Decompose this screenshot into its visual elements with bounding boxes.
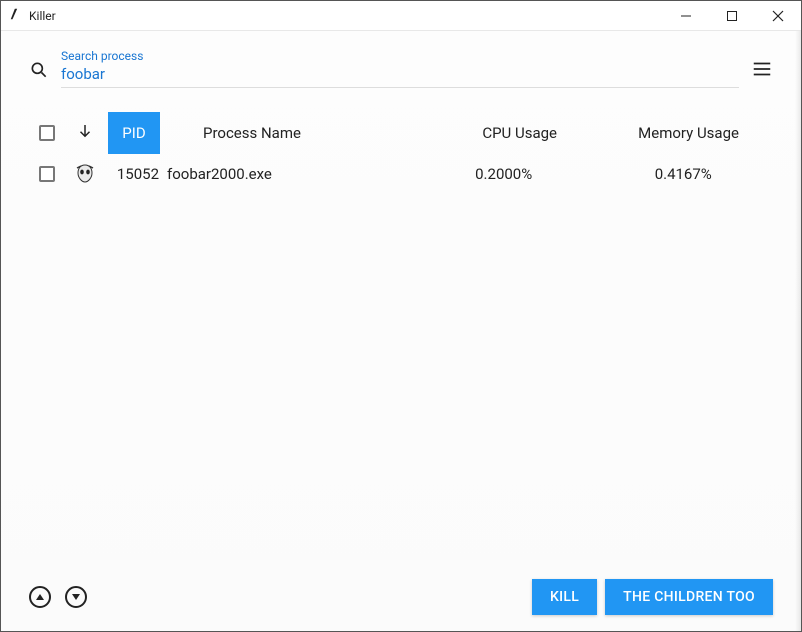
scroll-up-button[interactable] bbox=[29, 586, 51, 608]
spacer bbox=[29, 196, 773, 569]
process-table: PID Process Name CPU Usage Memory Usage bbox=[29, 114, 773, 196]
close-button[interactable] bbox=[755, 1, 801, 30]
hamburger-menu-icon[interactable] bbox=[751, 58, 773, 88]
content-area: Search process PID Proces bbox=[1, 31, 801, 631]
select-all-checkbox[interactable] bbox=[39, 125, 55, 141]
search-field: Search process bbox=[61, 49, 739, 88]
cell-mem: 0.4167% bbox=[593, 165, 773, 183]
maximize-button[interactable] bbox=[709, 1, 755, 30]
search-input[interactable] bbox=[61, 63, 739, 88]
row-checkbox-cell bbox=[29, 166, 65, 182]
footer: KILL THE CHILDREN TOO bbox=[29, 569, 773, 615]
sort-indicator-cell[interactable] bbox=[65, 122, 105, 144]
header-checkbox-cell bbox=[29, 125, 65, 141]
search-row: Search process bbox=[29, 49, 773, 88]
search-icon bbox=[29, 60, 49, 88]
app-icon bbox=[9, 6, 23, 25]
name-header-label: Process Name bbox=[203, 124, 301, 142]
app-window: Killer Search process bbox=[0, 0, 802, 632]
table-header: PID Process Name CPU Usage Memory Usage bbox=[29, 114, 773, 152]
header-pid[interactable]: PID bbox=[105, 124, 163, 142]
window-controls bbox=[663, 1, 801, 30]
cpu-header-label: CPU Usage bbox=[482, 124, 557, 142]
cell-pid: 15052 bbox=[105, 165, 163, 183]
arrow-down-icon bbox=[76, 122, 94, 144]
right-shadow bbox=[795, 31, 801, 631]
header-cpu[interactable]: CPU Usage bbox=[435, 124, 604, 142]
header-name[interactable]: Process Name bbox=[163, 124, 435, 142]
cell-name: foobar2000.exe bbox=[163, 165, 414, 183]
process-icon bbox=[65, 162, 105, 186]
header-mem[interactable]: Memory Usage bbox=[604, 124, 773, 142]
table-row[interactable]: 15052 foobar2000.exe 0.2000% 0.4167% bbox=[29, 152, 773, 196]
kill-children-button[interactable]: THE CHILDREN TOO bbox=[605, 579, 773, 615]
titlebar: Killer bbox=[1, 1, 801, 31]
mem-header-label: Memory Usage bbox=[638, 124, 739, 142]
window-title: Killer bbox=[29, 9, 663, 23]
row-checkbox[interactable] bbox=[39, 166, 55, 182]
pid-header-label: PID bbox=[108, 112, 159, 154]
search-label: Search process bbox=[61, 49, 739, 63]
cell-cpu: 0.2000% bbox=[414, 165, 594, 183]
minimize-button[interactable] bbox=[663, 1, 709, 30]
scroll-down-button[interactable] bbox=[65, 586, 87, 608]
kill-button[interactable]: KILL bbox=[532, 579, 597, 615]
